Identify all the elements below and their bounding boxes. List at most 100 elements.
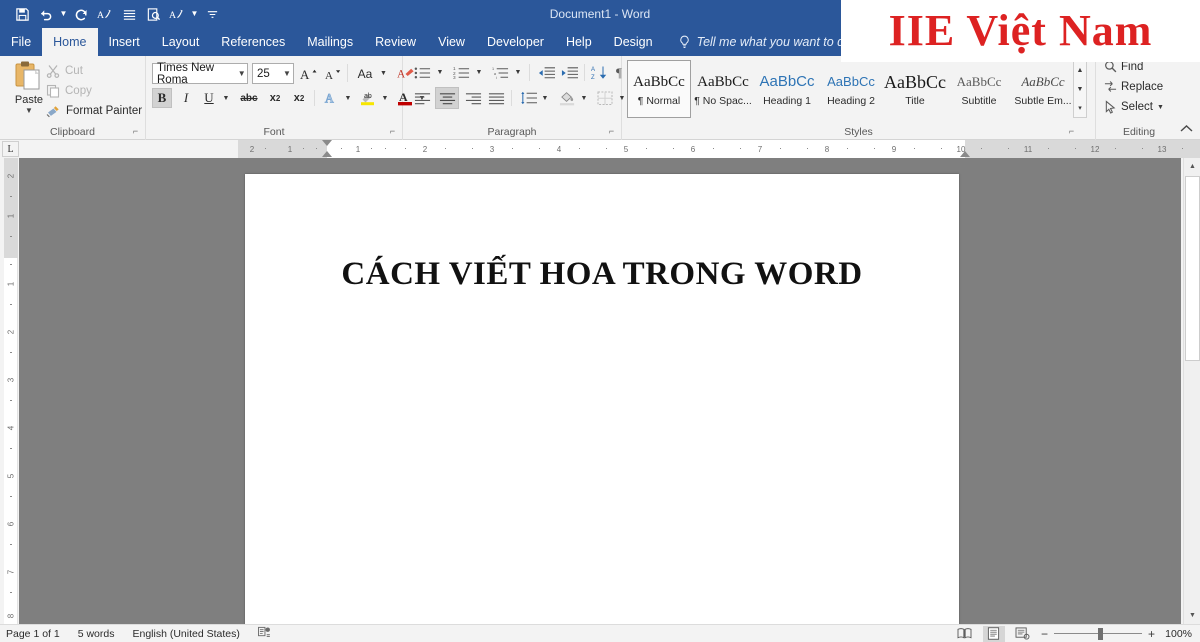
collapse-ribbon-button[interactable] (1178, 121, 1194, 135)
text-highlight-color-button[interactable]: ab (357, 88, 379, 108)
shrink-font-button[interactable]: A (322, 63, 343, 84)
copy-button[interactable]: Copy (46, 82, 92, 100)
bold-button[interactable]: B (152, 88, 172, 108)
paste-dropdown-caret-icon[interactable]: ▼ (25, 107, 33, 115)
proofing-errors-icon[interactable] (257, 626, 271, 641)
zoom-in-button[interactable]: + (1148, 628, 1155, 640)
style-item-subtle-emphasis[interactable]: AaBbCc Subtle Em... (1011, 60, 1075, 118)
italic-button[interactable]: I (176, 88, 196, 108)
multilevel-caret-icon[interactable]: ▼ (512, 62, 524, 83)
styles-more-icon[interactable]: ▾ (1074, 98, 1086, 117)
tab-home[interactable]: Home (42, 28, 98, 56)
vertical-ruler[interactable]: 2 1 1 2 3 4 5 6 7 8 (4, 158, 18, 624)
clipboard-dialog-launcher[interactable]: ⌐ (130, 126, 141, 137)
document-page[interactable]: CÁCH VIẾT HOA TRONG WORD (245, 174, 959, 624)
select-button[interactable]: Select ▼ (1104, 100, 1164, 114)
undo-icon[interactable] (34, 3, 58, 25)
change-case-button[interactable]: Aa (352, 63, 378, 84)
left-indent-marker[interactable] (322, 151, 332, 157)
save-icon[interactable] (10, 3, 34, 25)
web-layout-view-button[interactable] (1012, 626, 1034, 642)
undo-dropdown-caret-icon[interactable]: ▼ (58, 3, 69, 25)
line-spacing-caret-icon[interactable]: ▼ (539, 88, 551, 108)
styles-scroll-up-icon[interactable]: ▲ (1074, 61, 1086, 80)
bullets-button[interactable] (411, 62, 433, 83)
align-icon[interactable] (117, 3, 141, 25)
print-preview-icon[interactable] (141, 3, 165, 25)
redo-icon[interactable] (69, 3, 93, 25)
document-canvas[interactable]: CÁCH VIẾT HOA TRONG WORD (19, 158, 1181, 624)
style-item-heading-2[interactable]: AaBbCc Heading 2 (819, 60, 883, 118)
read-mode-view-button[interactable] (954, 626, 976, 642)
superscript-button[interactable]: x2 (288, 88, 310, 108)
underline-button[interactable]: U (199, 88, 219, 108)
font-size-input[interactable]: 25 ▼ (252, 63, 294, 84)
sort-button[interactable]: AZ (589, 62, 609, 83)
tab-help[interactable]: Help (555, 28, 603, 56)
bullets-caret-icon[interactable]: ▼ (434, 62, 446, 83)
tab-developer[interactable]: Developer (476, 28, 555, 56)
underline-caret-icon[interactable]: ▼ (220, 88, 232, 108)
style-item-no-spacing[interactable]: AaBbCc ¶ No Spac... (691, 60, 755, 118)
tab-layout[interactable]: Layout (151, 28, 211, 56)
paragraph-dialog-launcher[interactable]: ⌐ (606, 126, 617, 137)
shading-caret-icon[interactable]: ▼ (578, 88, 590, 108)
tab-insert[interactable]: Insert (98, 28, 151, 56)
styles-dialog-launcher[interactable]: ⌐ (1066, 126, 1077, 137)
zoom-level-label[interactable]: 100% (1162, 628, 1192, 640)
replace-button[interactable]: Replace (1104, 80, 1163, 93)
font-size-caret-icon[interactable]: ▼ (281, 69, 293, 78)
align-center-button[interactable] (435, 87, 459, 109)
repeat-typing-icon[interactable]: A (93, 3, 117, 25)
right-indent-marker[interactable] (960, 151, 970, 157)
first-line-indent-marker[interactable] (322, 140, 332, 146)
language-indicator[interactable]: English (United States) (132, 628, 239, 640)
scroll-up-icon[interactable]: ▲ (1184, 158, 1200, 175)
multilevel-list-button[interactable]: 1ai (489, 62, 511, 83)
zoom-slider-handle[interactable] (1097, 627, 1103, 640)
strikethrough-button[interactable]: abc (236, 88, 262, 108)
vertical-scrollbar[interactable]: ▲ ▼ (1183, 158, 1200, 624)
zoom-slider[interactable]: − + (1041, 627, 1155, 640)
line-spacing-button[interactable] (517, 88, 539, 108)
decrease-indent-button[interactable] (535, 62, 557, 83)
font-dialog-launcher[interactable]: ⌐ (387, 126, 398, 137)
spelling-dropdown-caret-icon[interactable]: ▼ (189, 3, 200, 25)
numbering-caret-icon[interactable]: ▼ (473, 62, 485, 83)
customize-qat-icon[interactable] (200, 3, 224, 25)
justify-button[interactable] (485, 88, 507, 108)
font-name-caret-icon[interactable]: ▼ (237, 69, 247, 78)
highlight-caret-icon[interactable]: ▼ (379, 88, 391, 108)
page-indicator[interactable]: Page 1 of 1 (6, 628, 60, 640)
subscript-button[interactable]: x2 (264, 88, 286, 108)
font-name-input[interactable]: Times New Roma ▼ (152, 62, 248, 86)
text-effects-caret-icon[interactable]: ▼ (342, 88, 354, 108)
select-caret-icon[interactable]: ▼ (1157, 104, 1164, 111)
style-item-subtitle[interactable]: AaBbCc Subtitle (947, 60, 1011, 118)
text-effects-button[interactable]: A (320, 88, 342, 108)
style-item-heading-1[interactable]: AaBbCc Heading 1 (755, 60, 819, 118)
format-painter-button[interactable]: Format Painter (46, 102, 142, 120)
cut-button[interactable]: Cut (46, 62, 83, 80)
increase-indent-button[interactable] (558, 62, 580, 83)
tab-references[interactable]: References (210, 28, 296, 56)
borders-button[interactable] (594, 88, 616, 108)
align-right-button[interactable] (462, 88, 484, 108)
style-item-normal[interactable]: AaBbCc ¶ Normal (627, 60, 691, 118)
shading-button[interactable] (556, 88, 578, 108)
change-case-caret-icon[interactable]: ▼ (378, 63, 389, 84)
styles-gallery-scroll[interactable]: ▲ ▼ ▾ (1073, 60, 1087, 118)
tab-review[interactable]: Review (364, 28, 427, 56)
paste-button[interactable]: Paste ▼ (8, 60, 50, 122)
tell-me-search[interactable]: Tell me what you want to do (664, 28, 862, 56)
tab-mailings[interactable]: Mailings (296, 28, 364, 56)
grow-font-button[interactable]: A (298, 63, 319, 84)
numbering-button[interactable]: 123 (450, 62, 472, 83)
document-heading-text[interactable]: CÁCH VIẾT HOA TRONG WORD (245, 256, 959, 293)
tab-stop-selector[interactable]: L (2, 141, 19, 157)
horizontal-ruler[interactable]: 2 1 1 2 3 4 5 6 7 8 9 10 11 12 13 (238, 140, 1200, 158)
print-layout-view-button[interactable] (982, 625, 1005, 642)
align-left-button[interactable] (411, 88, 433, 108)
tab-file[interactable]: File (0, 28, 42, 56)
zoom-slider-track[interactable] (1053, 627, 1142, 640)
